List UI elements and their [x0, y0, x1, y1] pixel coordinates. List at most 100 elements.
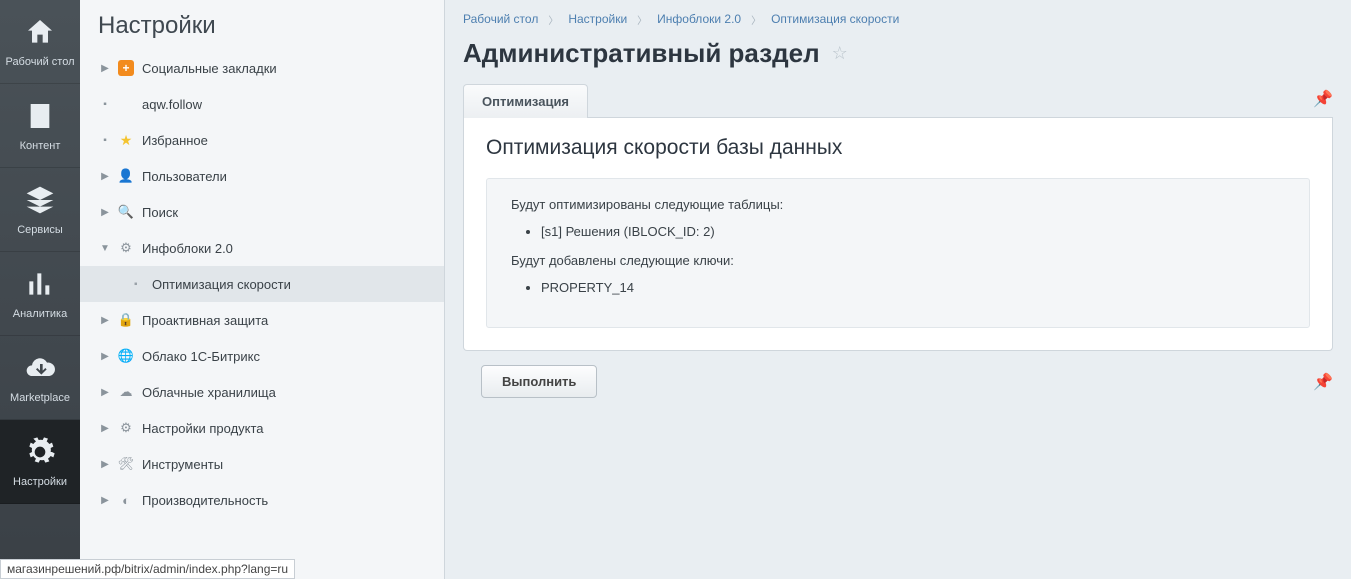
sidebar: Настройки ▶ + Социальные закладки ▪ aqw.…: [80, 0, 445, 579]
rail-services[interactable]: Сервисы: [0, 168, 80, 252]
tree-proactive-defense[interactable]: ▶ 🔒 Проактивная защита: [80, 302, 444, 338]
bullet-icon: ▪: [98, 99, 112, 110]
panel-heading: Оптимизация скорости базы данных: [486, 136, 1310, 160]
rail-label: Рабочий стол: [1, 56, 78, 69]
tree-label: Настройки продукта: [142, 421, 264, 436]
rail-content[interactable]: Контент: [0, 84, 80, 168]
stack-icon: [22, 182, 58, 218]
optimization-panel: Оптимизация скорости базы данных Будут о…: [463, 118, 1333, 351]
shield-icon: 🔒: [118, 312, 134, 328]
tree-social-bookmarks[interactable]: ▶ + Социальные закладки: [80, 50, 444, 86]
tree-label: Инструменты: [142, 457, 223, 472]
left-rail: Рабочий стол Контент Сервисы Аналитика M…: [0, 0, 80, 579]
chevron-right-icon: 〉: [548, 12, 558, 27]
tree-favorites[interactable]: ▪ ★ Избранное: [80, 122, 444, 158]
chevron-right-icon: 〉: [637, 12, 647, 27]
status-bar: магазинрешений.рф/bitrix/admin/index.php…: [0, 559, 295, 579]
execute-button[interactable]: Выполнить: [481, 365, 597, 398]
tree-label: aqw.follow: [142, 97, 202, 112]
plus-icon: +: [118, 60, 134, 76]
chevron-right-icon: ▶: [98, 459, 112, 470]
chevron-right-icon: ▶: [98, 495, 112, 506]
chevron-right-icon: ▶: [98, 207, 112, 218]
breadcrumb-item[interactable]: Настройки: [568, 12, 627, 26]
rail-label: Аналитика: [9, 308, 71, 321]
breadcrumb: Рабочий стол 〉 Настройки 〉 Инфоблоки 2.0…: [463, 0, 1333, 38]
gear-icon: [22, 434, 58, 470]
user-icon: 👤: [118, 168, 134, 184]
rail-marketplace[interactable]: Marketplace: [0, 336, 80, 420]
rail-desktop[interactable]: Рабочий стол: [0, 0, 80, 84]
tree-label: Проактивная защита: [142, 313, 268, 328]
tree-bitrix-cloud[interactable]: ▶ 🌐 Облако 1С-Битрикс: [80, 338, 444, 374]
bars-icon: [22, 266, 58, 302]
cloud-download-icon: [22, 350, 58, 386]
breadcrumb-item[interactable]: Рабочий стол: [463, 12, 538, 26]
tree-label: Облачные хранилища: [142, 385, 276, 400]
tree-speed-optimization[interactable]: ▪ Оптимизация скорости: [80, 266, 444, 302]
tables-list: [s1] Решения (IBLOCK_ID: 2): [541, 224, 1285, 239]
tree-users[interactable]: ▶ 👤 Пользователи: [80, 158, 444, 194]
chevron-down-icon: ▼: [98, 243, 112, 254]
rail-settings[interactable]: Настройки: [0, 420, 80, 504]
tab-optimization[interactable]: Оптимизация: [463, 84, 588, 118]
rail-label: Контент: [16, 140, 65, 153]
action-row: Выполнить 📌: [463, 365, 1333, 398]
main-content: Рабочий стол 〉 Настройки 〉 Инфоблоки 2.0…: [445, 0, 1351, 579]
pin-icon[interactable]: 📌: [1313, 89, 1333, 109]
tree-cloud-storage[interactable]: ▶ ☁ Облачные хранилища: [80, 374, 444, 410]
rail-label: Сервисы: [13, 224, 67, 237]
sidebar-title: Настройки: [80, 0, 444, 50]
favorite-star-icon[interactable]: ☆: [832, 43, 848, 64]
rail-label: Настройки: [9, 476, 71, 489]
blank-icon: [118, 96, 134, 112]
bullet-icon: ▪: [98, 135, 112, 146]
chevron-right-icon: ▶: [98, 387, 112, 398]
tabs: Оптимизация 📌: [463, 83, 1333, 118]
chevron-right-icon: 〉: [751, 12, 761, 27]
tree-tools[interactable]: ▶ 🛠 Инструменты: [80, 446, 444, 482]
gear-icon: ⚙: [118, 240, 134, 256]
tree-label: Оптимизация скорости: [152, 277, 291, 292]
tree-label: Социальные закладки: [142, 61, 277, 76]
rail-label: Marketplace: [6, 392, 74, 405]
keys-list: PROPERTY_14: [541, 280, 1285, 295]
tree-label: Инфоблоки 2.0: [142, 241, 233, 256]
tree-label: Избранное: [142, 133, 208, 148]
star-icon: ★: [118, 132, 134, 148]
gauge-icon: ◐: [118, 492, 134, 508]
rail-analytics[interactable]: Аналитика: [0, 252, 80, 336]
tree-search[interactable]: ▶ 🔍 Поиск: [80, 194, 444, 230]
keys-intro: Будут добавлены следующие ключи:: [511, 253, 1285, 268]
optimization-note: Будут оптимизированы следующие таблицы: …: [486, 178, 1310, 328]
page-title: Административный раздел: [463, 38, 820, 69]
pin-icon[interactable]: 📌: [1313, 372, 1333, 392]
cloud-icon: 🌐: [118, 348, 134, 364]
tree-performance[interactable]: ▶ ◐ Производительность: [80, 482, 444, 518]
list-item: [s1] Решения (IBLOCK_ID: 2): [541, 224, 1285, 239]
breadcrumb-item[interactable]: Оптимизация скорости: [771, 12, 899, 26]
tree-aqw-follow[interactable]: ▪ aqw.follow: [80, 86, 444, 122]
list-item: PROPERTY_14: [541, 280, 1285, 295]
tree-label: Производительность: [142, 493, 268, 508]
tree-iblocks[interactable]: ▼ ⚙ Инфоблоки 2.0: [80, 230, 444, 266]
bullet-icon: ▪: [134, 279, 144, 290]
breadcrumb-item[interactable]: Инфоблоки 2.0: [657, 12, 741, 26]
chevron-right-icon: ▶: [98, 351, 112, 362]
tools-icon: 🛠: [118, 456, 134, 472]
search-icon: 🔍: [118, 204, 134, 220]
tree-label: Облако 1С-Битрикс: [142, 349, 260, 364]
chevron-right-icon: ▶: [98, 63, 112, 74]
tables-intro: Будут оптимизированы следующие таблицы:: [511, 197, 1285, 212]
chevron-right-icon: ▶: [98, 315, 112, 326]
tree-label: Поиск: [142, 205, 178, 220]
tree-product-settings[interactable]: ▶ ⚙ Настройки продукта: [80, 410, 444, 446]
document-icon: [22, 98, 58, 134]
gear-icon: ⚙: [118, 420, 134, 436]
chevron-right-icon: ▶: [98, 171, 112, 182]
home-icon: [22, 14, 58, 50]
cloud-icon: ☁: [118, 384, 134, 400]
tree-label: Пользователи: [142, 169, 227, 184]
chevron-right-icon: ▶: [98, 423, 112, 434]
settings-tree: ▶ + Социальные закладки ▪ aqw.follow ▪ ★…: [80, 50, 444, 579]
